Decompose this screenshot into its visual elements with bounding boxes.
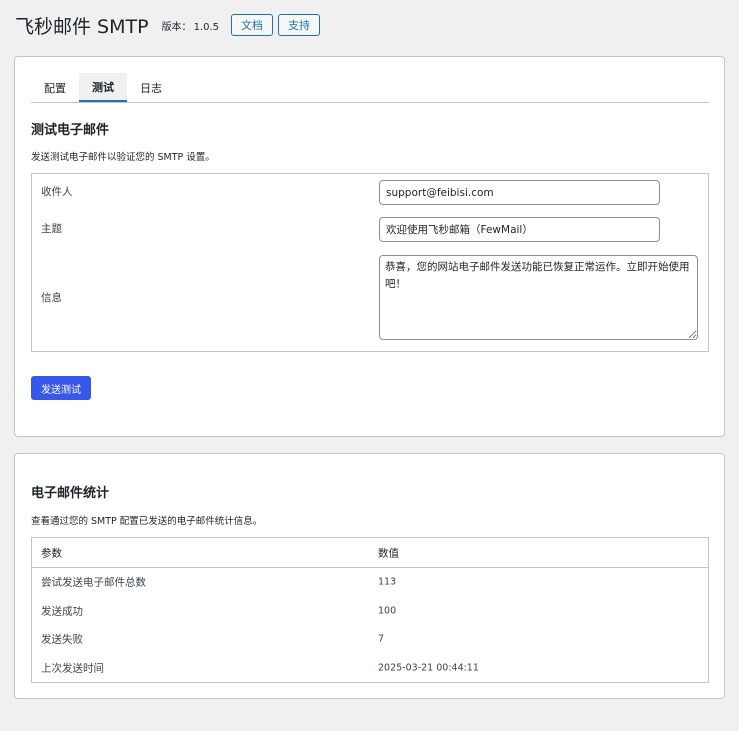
stat-param: 尝试发送电子邮件总数 [41,576,146,589]
tab-config[interactable]: 配置 [31,73,79,102]
stat-value: 7 [378,633,385,645]
tab-test[interactable]: 测试 [79,73,127,102]
column-header-param: 参数 [41,547,62,559]
stats-table: 参数 数值 尝试发送电子邮件总数 113 发送成功 100 发送失败 7 上次发… [31,537,709,683]
stat-param: 上次发送时间 [41,662,104,675]
docs-button[interactable]: 文档 [231,14,274,36]
email-stats-card: 电子邮件统计 查看通过您的 SMTP 配置已发送的电子邮件统计信息。 参数 数值… [14,453,725,699]
recipient-label: 收件人 [41,186,73,198]
subject-label: 主题 [41,223,62,235]
tab-bar: 配置 测试 日志 [31,73,709,103]
table-row: 尝试发送电子邮件总数 113 [32,568,708,597]
stat-value: 113 [378,576,397,588]
test-email-heading: 测试电子邮件 [31,123,110,138]
table-row: 上次发送时间 2025-03-21 00:44:11 [32,654,708,683]
email-stats-description: 查看通过您的 SMTP 配置已发送的电子邮件统计信息。 [31,516,263,527]
table-row: 发送成功 100 [32,597,708,626]
page-title: 飞秒邮件 SMTP [15,15,149,38]
test-email-card: 配置 测试 日志 测试电子邮件 发送测试电子邮件以验证您的 SMTP 设置。 收… [14,56,725,437]
stats-table-header: 参数 数值 [32,538,708,568]
support-button[interactable]: 支持 [278,14,321,36]
subject-input[interactable] [379,217,660,242]
version-info: 版本： 1.0.5 [162,18,219,33]
table-row: 发送失败 7 [32,625,708,654]
stat-param: 发送失败 [41,633,83,646]
stat-param: 发送成功 [41,605,83,618]
send-test-button[interactable]: 发送测试 [31,376,91,400]
page-header: 飞秒邮件 SMTP 版本： 1.0.5 文档 支持 [15,12,321,38]
version-label: 版本： [161,21,192,33]
stat-value: 2025-03-21 00:44:11 [378,662,479,674]
stat-value: 100 [378,605,397,617]
message-textarea[interactable]: 恭喜，您的网站电子邮件发送功能已恢复正常运作。立即开始使用吧！ [379,255,698,340]
version-number: 1.0.5 [193,21,220,33]
email-stats-heading: 电子邮件统计 [31,486,110,501]
test-email-form: 收件人 主题 信息 恭喜，您的网站电子邮件发送功能已恢复正常运作。立即开始使用吧… [31,173,709,352]
column-header-value: 数值 [378,547,399,559]
message-label: 信息 [41,292,62,304]
recipient-input[interactable] [379,180,660,205]
test-email-description: 发送测试电子邮件以验证您的 SMTP 设置。 [31,152,215,163]
tab-logs[interactable]: 日志 [127,73,175,102]
